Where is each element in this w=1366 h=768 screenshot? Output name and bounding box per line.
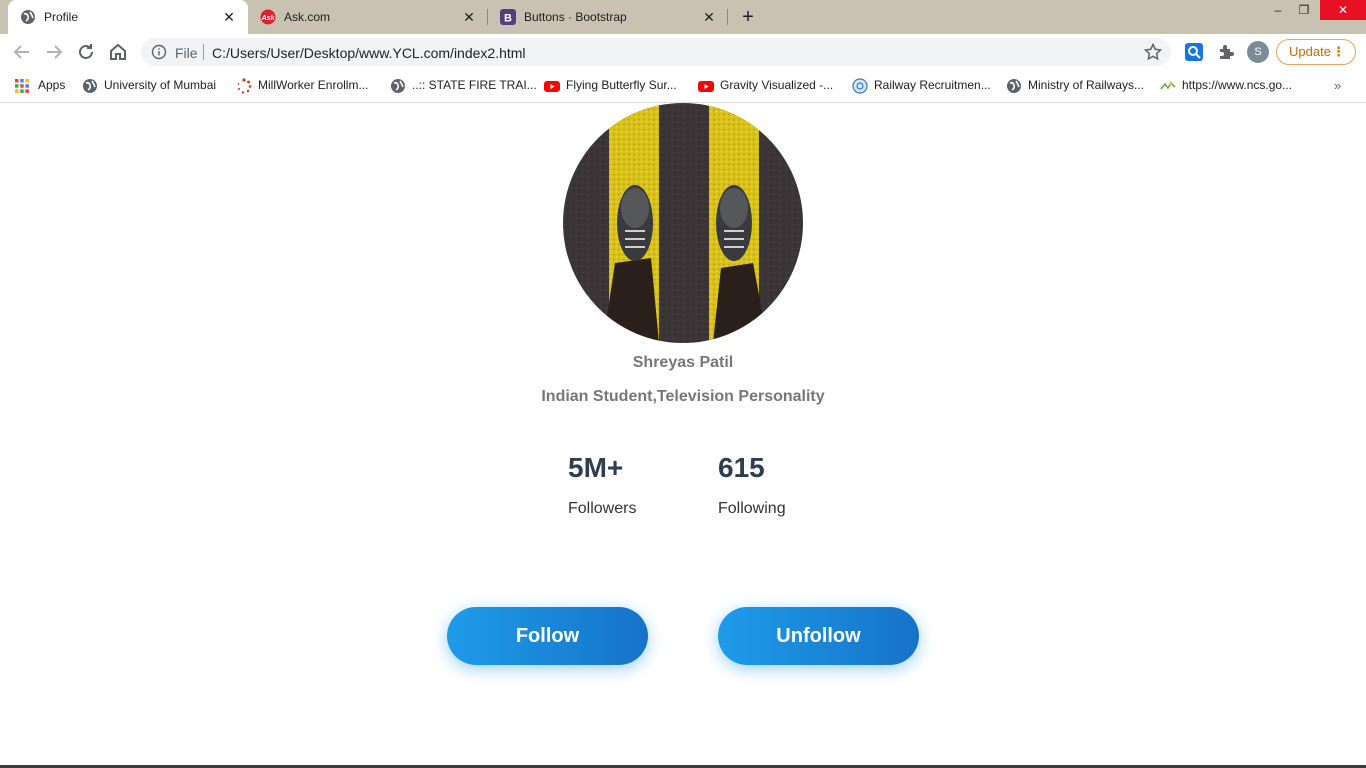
- close-icon[interactable]: ✕: [220, 8, 238, 26]
- bookmark-star-icon[interactable]: [1143, 42, 1163, 62]
- restore-button[interactable]: ❐: [1288, 0, 1320, 20]
- followers-count: 5M+: [568, 452, 624, 483]
- bookmark-label: Ministry of Railways...: [1028, 78, 1145, 92]
- reload-button[interactable]: [74, 40, 98, 64]
- arrow-left-icon: [13, 45, 29, 59]
- url-scheme-label: File: [175, 45, 198, 61]
- tab-separator: [727, 9, 728, 25]
- youtube-icon: [544, 81, 560, 92]
- home-icon: [110, 43, 126, 60]
- home-button[interactable]: [106, 40, 130, 64]
- address-bar[interactable]: File C:/Users/User/Desktop/www.YCL.com/i…: [141, 38, 1171, 66]
- update-button[interactable]: Update ⋮: [1276, 39, 1356, 65]
- info-icon[interactable]: [151, 44, 167, 60]
- reload-icon: [79, 44, 93, 59]
- profile-avatar[interactable]: S: [1247, 41, 1269, 63]
- svg-text:B: B: [504, 13, 512, 25]
- window-close-button[interactable]: ✕: [1320, 0, 1366, 20]
- bookmarks-bar: Apps University of Mumbai MillWorker Enr…: [0, 70, 1366, 103]
- profile-photo: [563, 103, 803, 343]
- apps-grid-icon: [15, 79, 29, 93]
- extensions-puzzle-icon[interactable]: [1216, 42, 1236, 62]
- url-text[interactable]: C:/Users/User/Desktop/www.YCL.com/index2…: [212, 45, 526, 61]
- following-count: 615: [718, 452, 765, 483]
- following-label: Following: [718, 500, 786, 517]
- close-icon[interactable]: ✕: [700, 8, 718, 26]
- bookmark-label: Apps: [38, 78, 66, 92]
- bookmark-label: Gravity Visualized -...: [720, 78, 834, 92]
- globe-icon: [21, 10, 35, 24]
- tab-profile[interactable]: Profile ✕: [8, 0, 248, 34]
- ncs-icon: [1160, 81, 1176, 90]
- bookmark-label: Railway Recruitmen...: [874, 78, 991, 92]
- globe-icon: [83, 79, 97, 93]
- unfollow-button[interactable]: Unfollow: [718, 607, 919, 665]
- followers-label: Followers: [568, 500, 637, 517]
- emblem-icon: [852, 78, 868, 94]
- forward-button[interactable]: [42, 40, 66, 64]
- bookmark-label: ..:: STATE FIRE TRAI...: [412, 78, 537, 92]
- ask-logo-icon: Ask: [260, 9, 276, 25]
- follow-button[interactable]: Follow: [447, 607, 648, 665]
- tab-title: Buttons · Bootstrap: [524, 10, 627, 24]
- tab-ask[interactable]: Ask Ask.com ✕: [248, 0, 488, 34]
- arrow-right-icon: [47, 45, 63, 59]
- bookmarks-overflow-button[interactable]: »: [1334, 78, 1341, 93]
- globe-icon: [1007, 79, 1021, 93]
- profile-name: Shreyas Patil: [632, 354, 734, 371]
- tab-title: Profile: [44, 10, 79, 24]
- address-divider: [203, 44, 204, 60]
- browser-toolbar: File C:/Users/User/Desktop/www.YCL.com/i…: [0, 34, 1366, 70]
- back-button[interactable]: [10, 40, 34, 64]
- new-tab-button[interactable]: +: [736, 6, 760, 28]
- bookmark-label: MillWorker Enrollm...: [258, 78, 369, 92]
- close-icon[interactable]: ✕: [460, 8, 478, 26]
- profile-bio: Indian Student,Television Personality: [541, 388, 825, 405]
- profile-photo-image: [563, 103, 803, 343]
- tab-title: Ask.com: [284, 10, 331, 24]
- youtube-icon: [698, 81, 714, 92]
- bootstrap-logo-icon: B: [500, 9, 516, 25]
- svg-text:Ask: Ask: [261, 15, 276, 22]
- update-label: Update: [1289, 44, 1331, 59]
- bookmark-label: Flying Butterfly Sur...: [566, 78, 677, 92]
- spinner-dots-icon: [237, 78, 252, 94]
- browser-tabstrip: Profile ✕ Ask Ask.com ✕ B Buttons · Boot…: [0, 0, 1366, 34]
- globe-icon: [391, 79, 405, 93]
- search-extension-icon[interactable]: [1184, 42, 1204, 62]
- more-vert-icon: ⋮: [1332, 44, 1345, 59]
- tab-bootstrap[interactable]: B Buttons · Bootstrap ✕: [488, 0, 728, 34]
- bookmark-label: University of Mumbai: [104, 78, 217, 92]
- bookmark-label: https://www.ncs.go...: [1182, 78, 1293, 92]
